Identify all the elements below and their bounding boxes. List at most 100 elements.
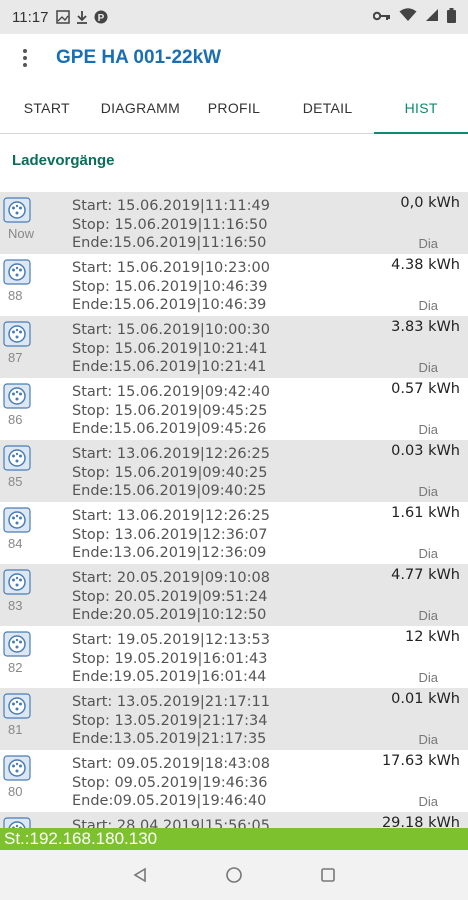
session-diagram-link[interactable]: Dia (418, 360, 438, 375)
tab-detail[interactable]: DETAIL (281, 82, 375, 133)
session-start: Start: 15.06.2019|09:42:40 (72, 384, 270, 400)
session-row[interactable]: 79Start: 28.04.2019|15:56:0529.18 kWh (0, 812, 468, 828)
session-energy: 0.01 kWh (391, 691, 460, 707)
session-row[interactable]: 84 Start: 13.06.2019|12:26:25 Stop: 13.06.… (0, 502, 468, 564)
session-energy: 17.63 kWh (381, 753, 460, 769)
session-ende: Ende:15.06.2019|09:45:26 (72, 421, 267, 437)
session-diagram-link[interactable]: Dia (418, 236, 438, 251)
battery-icon (447, 7, 456, 27)
session-diagram-link[interactable]: Dia (418, 484, 438, 499)
p-icon: P (94, 10, 108, 24)
session-start: Start: 09.05.2019|18:43:08 (72, 756, 270, 772)
session-start: Start: 15.06.2019|10:00:30 (72, 322, 270, 338)
session-row[interactable]: Now Start: 15.06.2019|11:11:49 Stop: 15.06… (0, 192, 468, 254)
session-stop: Stop: 15.06.2019|09:40:25 (72, 464, 268, 481)
session-row[interactable]: 87 Start: 15.06.2019|10:00:30 Stop: 15.06.… (0, 316, 468, 378)
charging-plug-icon (3, 569, 31, 595)
station-ip: St.:192.168.180.130 (0, 828, 468, 850)
session-ende: Ende:13.05.2019|21:17:35 (72, 731, 267, 747)
session-diagram-link[interactable]: Dia (418, 670, 438, 685)
session-energy: 4.77 kWh (391, 567, 460, 583)
download-icon (76, 10, 88, 24)
session-diagram-link[interactable]: Dia (418, 546, 438, 561)
app-bar: GPE HA 001-22kW (0, 34, 468, 82)
session-stop: Stop: 13.06.2019|12:36:07 (72, 526, 268, 543)
session-start: Start: 13.05.2019|21:17:11 (72, 694, 270, 710)
home-icon[interactable] (222, 863, 246, 887)
session-stop: Stop: 09.05.2019|19:46:36 (72, 774, 268, 791)
tab-hist[interactable]: HIST (374, 82, 468, 134)
session-stop: Stop: 15.06.2019|10:46:39 (72, 278, 268, 295)
session-stop: Stop: 15.06.2019|10:21:41 (72, 340, 268, 357)
session-energy: 0,0 kWh (400, 195, 460, 211)
signal-icon (425, 8, 439, 26)
tab-diagramm[interactable]: DIAGRAMM (94, 82, 188, 133)
status-time: 11:17 (12, 8, 49, 26)
session-energy: 12 kWh (405, 629, 460, 645)
session-diagram-link[interactable]: Dia (418, 608, 438, 623)
session-energy: 4.38 kWh (391, 257, 460, 273)
session-start: Start: 15.06.2019|10:23:00 (72, 260, 270, 276)
session-diagram-link[interactable]: Dia (418, 794, 438, 809)
session-start: Start: 15.06.2019|11:11:49 (72, 198, 270, 214)
charging-plug-icon (3, 755, 31, 781)
session-ende: Ende:15.06.2019|10:46:39 (72, 297, 267, 313)
session-energy: 3.83 kWh (391, 319, 460, 335)
app-title: GPE HA 001-22kW (56, 47, 222, 68)
session-row[interactable]: 86 Start: 15.06.2019|09:42:40 Stop: 15.06.… (0, 378, 468, 440)
session-start: Start: 13.06.2019|12:26:25 (72, 508, 270, 524)
session-row[interactable]: 85 Start: 13.06.2019|12:26:25 Stop: 15.06.… (0, 440, 468, 502)
tab-bar: START DIAGRAMM PROFIL DETAIL HIST (0, 82, 468, 134)
session-ende: Ende:19.05.2019|16:01:44 (72, 669, 267, 685)
session-row[interactable]: 83 Start: 20.05.2019|09:10:08 Stop: 20.05.… (0, 564, 468, 626)
session-stop: Stop: 20.05.2019|09:51:24 (72, 588, 268, 605)
more-vert-icon[interactable] (0, 34, 50, 82)
session-id: 87 (8, 350, 23, 365)
session-list[interactable]: Now Start: 15.06.2019|11:11:49 Stop: 15.06… (0, 192, 468, 828)
back-icon[interactable] (128, 863, 152, 887)
session-start: Start: 19.05.2019|12:13:53 (72, 632, 270, 648)
session-start: Start: 13.06.2019|12:26:25 (72, 446, 270, 462)
session-start: Start: 20.05.2019|09:10:08 (72, 570, 270, 586)
session-diagram-link[interactable]: Dia (418, 732, 438, 747)
charging-plug-icon (3, 631, 31, 657)
session-ende: Ende:15.06.2019|09:40:25 (72, 483, 267, 499)
system-nav-bar (0, 850, 468, 900)
session-diagram-link[interactable]: Dia (418, 422, 438, 437)
session-id: 83 (8, 598, 23, 613)
session-energy: 29.18 kWh (381, 815, 460, 828)
charging-plug-icon (3, 259, 31, 285)
session-row[interactable]: 81 Start: 13.05.2019|21:17:11 Stop: 13.05.… (0, 688, 468, 750)
charging-plug-icon (3, 197, 31, 223)
session-id: 82 (8, 660, 23, 675)
session-row[interactable]: 80 Start: 09.05.2019|18:43:08 Stop: 09.05.… (0, 750, 468, 812)
session-energy: 0.03 kWh (391, 443, 460, 459)
session-id: 88 (8, 288, 23, 303)
session-ende: Ende:13.06.2019|12:36:09 (72, 545, 267, 561)
section-title: Ladevorgänge (12, 152, 115, 169)
recents-icon[interactable] (316, 863, 340, 887)
session-ende: Ende:09.05.2019|19:46:40 (72, 793, 267, 809)
session-id: 86 (8, 412, 23, 427)
svg-text:P: P (98, 13, 105, 24)
key-icon (372, 9, 391, 26)
charging-plug-icon (3, 321, 31, 347)
session-energy: 1.61 kWh (391, 505, 460, 521)
session-id: 81 (8, 722, 23, 737)
session-start: Start: 28.04.2019|15:56:05 (72, 818, 270, 828)
charging-plug-icon (3, 507, 31, 533)
session-stop: Stop: 15.06.2019|11:16:50 (72, 216, 268, 233)
session-row[interactable]: 88 Start: 15.06.2019|10:23:00 Stop: 15.06.… (0, 254, 468, 316)
status-bar: 11:17 P (0, 0, 468, 34)
session-stop: Stop: 19.05.2019|16:01:43 (72, 650, 268, 667)
tab-profil[interactable]: PROFIL (187, 82, 281, 133)
wifi-icon (399, 8, 417, 26)
session-id: Now (8, 226, 35, 241)
session-diagram-link[interactable]: Dia (418, 298, 438, 313)
session-stop: Stop: 13.05.2019|21:17:34 (72, 712, 268, 729)
session-id: 80 (8, 784, 23, 799)
tab-start[interactable]: START (0, 82, 94, 133)
session-energy: 0.57 kWh (391, 381, 460, 397)
session-stop: Stop: 15.06.2019|09:45:25 (72, 402, 268, 419)
session-row[interactable]: 82 Start: 19.05.2019|12:13:53 Stop: 19.05.… (0, 626, 468, 688)
